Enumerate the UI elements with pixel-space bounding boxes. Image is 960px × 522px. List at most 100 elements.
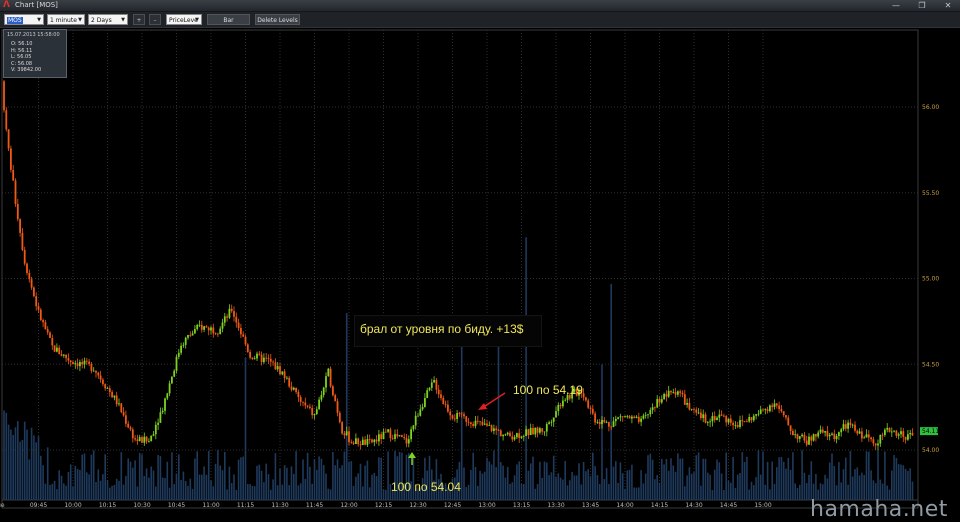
volume-bar	[651, 459, 654, 500]
volume-bar	[343, 451, 346, 500]
volume-bar	[895, 457, 898, 500]
volume-bar	[656, 475, 658, 500]
candle-body	[302, 401, 304, 403]
volume-bar	[571, 472, 573, 500]
volume-bar	[302, 459, 304, 500]
volume-bar	[157, 455, 159, 500]
volume-bar	[178, 454, 180, 500]
volume-bar	[150, 466, 152, 500]
volume-bar	[325, 473, 327, 500]
y-tick-label: 54.50	[922, 361, 939, 368]
volume-bar	[654, 479, 656, 500]
indicator-select[interactable]: PriceLeve ▼	[166, 14, 202, 25]
chart-style-button[interactable]: Bar	[207, 14, 250, 25]
volume-bar	[529, 463, 532, 500]
candle-body	[357, 438, 360, 445]
volume-bar	[697, 452, 700, 500]
candle-body	[88, 361, 90, 364]
volume-bar	[12, 434, 14, 500]
candle-body	[37, 306, 40, 310]
zoom-in-button[interactable]: +	[133, 14, 145, 25]
volume-bar	[104, 454, 106, 500]
volume-bar	[741, 452, 744, 500]
candle-body	[633, 416, 636, 419]
volume-bar	[42, 465, 44, 500]
candle-body	[412, 425, 415, 430]
candle-body	[44, 322, 47, 330]
candle-body	[329, 368, 332, 387]
app-logo-icon: Λ	[3, 0, 10, 10]
volume-bar	[194, 458, 196, 500]
volume-bar	[219, 465, 221, 500]
zoom-out-button[interactable]: –	[149, 14, 161, 25]
volume-bar	[14, 427, 17, 500]
volume-bar	[525, 237, 527, 500]
indicator-value: PriceLeve	[169, 17, 198, 24]
candle-body	[614, 418, 617, 422]
candle-body	[870, 437, 872, 440]
volume-bar	[842, 469, 845, 500]
x-tick-label: 11:15	[237, 502, 254, 509]
volume-bar	[233, 474, 235, 500]
volume-bar	[670, 458, 672, 500]
minimize-icon[interactable]: —	[890, 0, 902, 11]
range-select[interactable]: 2 Days ▼	[88, 14, 128, 25]
close-icon[interactable]: ✕	[942, 0, 954, 11]
volume-bar	[378, 457, 380, 500]
candle-body	[276, 366, 279, 370]
volume-bar	[304, 478, 307, 500]
candle-body	[35, 296, 38, 307]
symbol-select[interactable]: MOS ▼	[4, 14, 44, 25]
restore-icon[interactable]: ❐	[916, 0, 928, 11]
candle-body	[483, 423, 486, 425]
candle-body	[364, 439, 366, 445]
candle-body	[775, 403, 778, 406]
volume-bar	[295, 451, 297, 500]
candle-body	[251, 357, 254, 360]
candle-body	[237, 322, 240, 329]
volume-bar	[224, 452, 226, 500]
candle-body	[897, 434, 900, 436]
candle-body	[198, 324, 201, 326]
candle-body	[683, 394, 686, 405]
volume-bar	[803, 472, 806, 500]
candle-body	[525, 429, 527, 436]
volume-bar	[615, 461, 617, 500]
delete-levels-button[interactable]: Delete Levels	[255, 14, 300, 25]
x-tick-label: 11:00	[202, 502, 219, 509]
candle-body	[709, 421, 711, 423]
volume-bar	[493, 450, 495, 500]
chevron-down-icon: ▼	[37, 17, 41, 23]
candle-body	[759, 409, 762, 414]
volume-bar	[569, 480, 571, 500]
candle-body	[269, 358, 272, 362]
candle-body	[835, 435, 838, 440]
volume-bar	[548, 475, 550, 500]
candle-body	[603, 420, 606, 423]
candle-body	[447, 404, 449, 412]
candle-body	[539, 428, 541, 433]
price-chart[interactable]: 56.00 55.50 55.00 54.50 54.00 54.11 Tue 09:45 1…	[0, 28, 960, 522]
candle-body	[706, 422, 709, 424]
volume-bar	[796, 487, 799, 500]
volume-bar	[672, 465, 675, 500]
candle-body	[90, 363, 93, 371]
volume-bar	[483, 471, 486, 500]
candle-body	[674, 392, 677, 395]
volume-bar	[865, 451, 868, 500]
volume-bar	[509, 483, 511, 500]
candle-body	[527, 429, 530, 436]
candle-body	[833, 433, 836, 440]
candle-body	[713, 416, 716, 421]
volume-bar	[253, 486, 256, 500]
interval-select[interactable]: 1 minute ▼	[47, 14, 85, 25]
candle-body	[53, 345, 56, 352]
volume-bar	[76, 468, 79, 500]
comment-note: брал от уровня по биду. +13$	[360, 322, 524, 336]
candle-body	[384, 431, 387, 433]
volume-bar	[46, 447, 49, 500]
candle-body	[734, 425, 737, 426]
x-tick-label: 13:00	[478, 502, 495, 509]
volume-bar	[470, 470, 472, 500]
volume-bar	[884, 451, 886, 500]
